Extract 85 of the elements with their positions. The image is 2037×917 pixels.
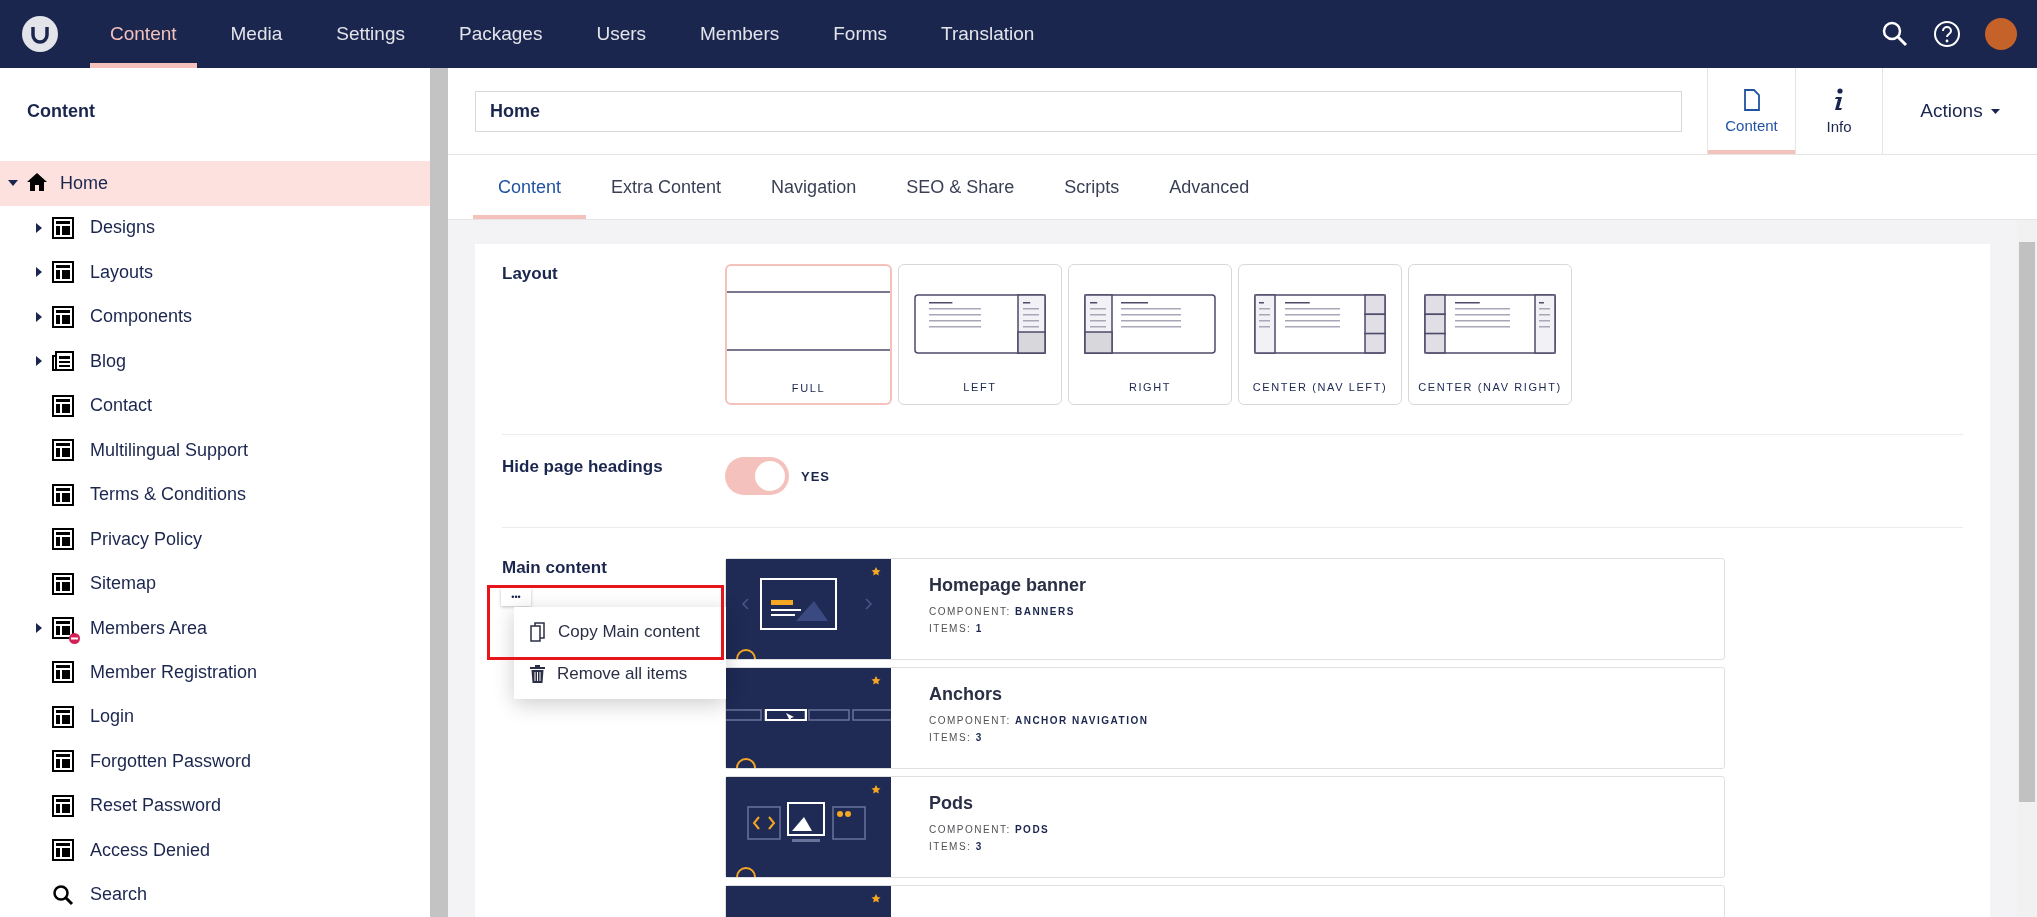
tree-item[interactable]: Multilingual Support (0, 428, 430, 473)
app-tab[interactable]: Content (1707, 68, 1795, 154)
layout-page-icon (52, 261, 74, 284)
tab[interactable]: Content (473, 155, 587, 219)
toggle-label: YES (801, 468, 830, 484)
newspaper-icon (52, 350, 74, 373)
tree-item[interactable]: Sitemap (0, 561, 430, 606)
nav-item[interactable]: Content (90, 0, 197, 68)
property-label: Hide page headings (502, 457, 663, 476)
block-title: Anchors (929, 684, 1003, 705)
document-icon (1743, 88, 1760, 111)
layout-option[interactable]: CENTER (NAV RIGHT) (1408, 264, 1572, 405)
toggle-switch[interactable] (725, 457, 789, 495)
tree-item[interactable]: Layouts (0, 250, 430, 295)
layout-page-icon (52, 528, 74, 551)
tree-item[interactable]: Privacy Policy (0, 516, 430, 562)
block-component: COMPONENT: ANCHOR NAVIGATION (929, 715, 1149, 726)
search-icon (52, 883, 74, 906)
tab[interactable]: SEO & Share (881, 155, 1040, 219)
menu-item[interactable]: Copy Main content (514, 611, 726, 653)
tree-item[interactable]: Members Area (0, 605, 430, 651)
tab[interactable]: Scripts (1039, 155, 1145, 219)
layout-page-icon (52, 439, 74, 462)
tree-item[interactable]: Reset Password (0, 783, 430, 829)
block-component: COMPONENT: BANNERS (929, 606, 1076, 617)
tree-item[interactable]: Terms & Conditions (0, 472, 430, 517)
tree-item[interactable]: Access Denied (0, 828, 430, 873)
tree-item[interactable]: Contact (0, 383, 430, 428)
block-title: Homepage banner (929, 575, 1087, 596)
help-icon[interactable] (1933, 20, 1961, 48)
layout-page-icon (52, 617, 74, 639)
nav-item[interactable]: Members (680, 0, 800, 68)
layout-page-icon (52, 305, 74, 328)
logo-icon (22, 16, 58, 52)
menu-item[interactable]: Remove all items (514, 653, 726, 695)
layout-page-icon (52, 394, 74, 417)
tree-item[interactable]: Designs (0, 205, 430, 251)
layout-page-icon (52, 661, 74, 684)
tree-item[interactable]: Components (0, 294, 430, 340)
layout-page-icon (52, 750, 74, 773)
trash-icon (530, 665, 545, 683)
layout-page-icon (52, 794, 74, 817)
layout-option[interactable]: CENTER (NAV LEFT) (1238, 264, 1402, 405)
tree-item[interactable]: Member Registration (0, 650, 430, 695)
block-items: ITEMS: 1 (929, 623, 984, 634)
tree-item[interactable]: Forgotten Password (0, 739, 430, 784)
name-field[interactable]: Home (475, 91, 1682, 132)
block-items: ITEMS: 3 (929, 841, 984, 852)
copy-icon (530, 622, 546, 642)
property-label: Layout (502, 264, 558, 283)
home-icon (26, 172, 48, 193)
tree-item[interactable]: Blog (0, 339, 430, 384)
content-block[interactable]: Anchors COMPONENT: ANCHOR NAVIGATION ITEMS: 3 (725, 667, 1725, 769)
tab[interactable]: Advanced (1144, 155, 1275, 219)
layout-page-icon (52, 216, 74, 239)
layout-option[interactable]: RIGHT (1068, 264, 1232, 405)
caret-icon (1990, 108, 2000, 114)
nav-item[interactable]: Media (210, 0, 303, 68)
nav-item[interactable]: Translation (921, 0, 1055, 68)
nav-item[interactable]: Packages (438, 0, 563, 68)
layout-option[interactable]: LEFT (898, 264, 1062, 405)
layout-page-icon (52, 839, 74, 862)
layout-option[interactable]: FULL (725, 264, 892, 405)
tree-item[interactable]: Login (0, 694, 430, 740)
nav-item[interactable]: Settings (316, 0, 425, 68)
nav-item[interactable]: Users (576, 0, 667, 68)
content-block[interactable]: Pods COMPONENT: PODS ITEMS: 3 (725, 776, 1725, 878)
tree-item[interactable]: Search (0, 872, 430, 917)
sidebar-title: Content (26, 100, 96, 123)
info-icon (1833, 87, 1845, 112)
block-title: Pods (929, 793, 974, 814)
block-component: COMPONENT: PODS (929, 824, 1050, 835)
layout-page-icon (52, 572, 74, 595)
search-icon[interactable] (1881, 20, 1909, 48)
property-label: Main content (502, 558, 607, 577)
tab[interactable]: Navigation (746, 155, 882, 219)
layout-page-icon (52, 705, 74, 728)
tab[interactable]: Extra Content (586, 155, 747, 219)
layout-page-icon (52, 483, 74, 506)
content-block[interactable]: Homepage banner COMPONENT: BANNERS ITEMS: 1 (725, 558, 1725, 660)
user-avatar[interactable] (1985, 18, 2017, 50)
tree-item[interactable]: Home (0, 161, 430, 206)
nav-item[interactable]: Forms (813, 0, 908, 68)
more-options-button[interactable]: ••• (501, 588, 531, 606)
block-items: ITEMS: 3 (929, 732, 984, 743)
